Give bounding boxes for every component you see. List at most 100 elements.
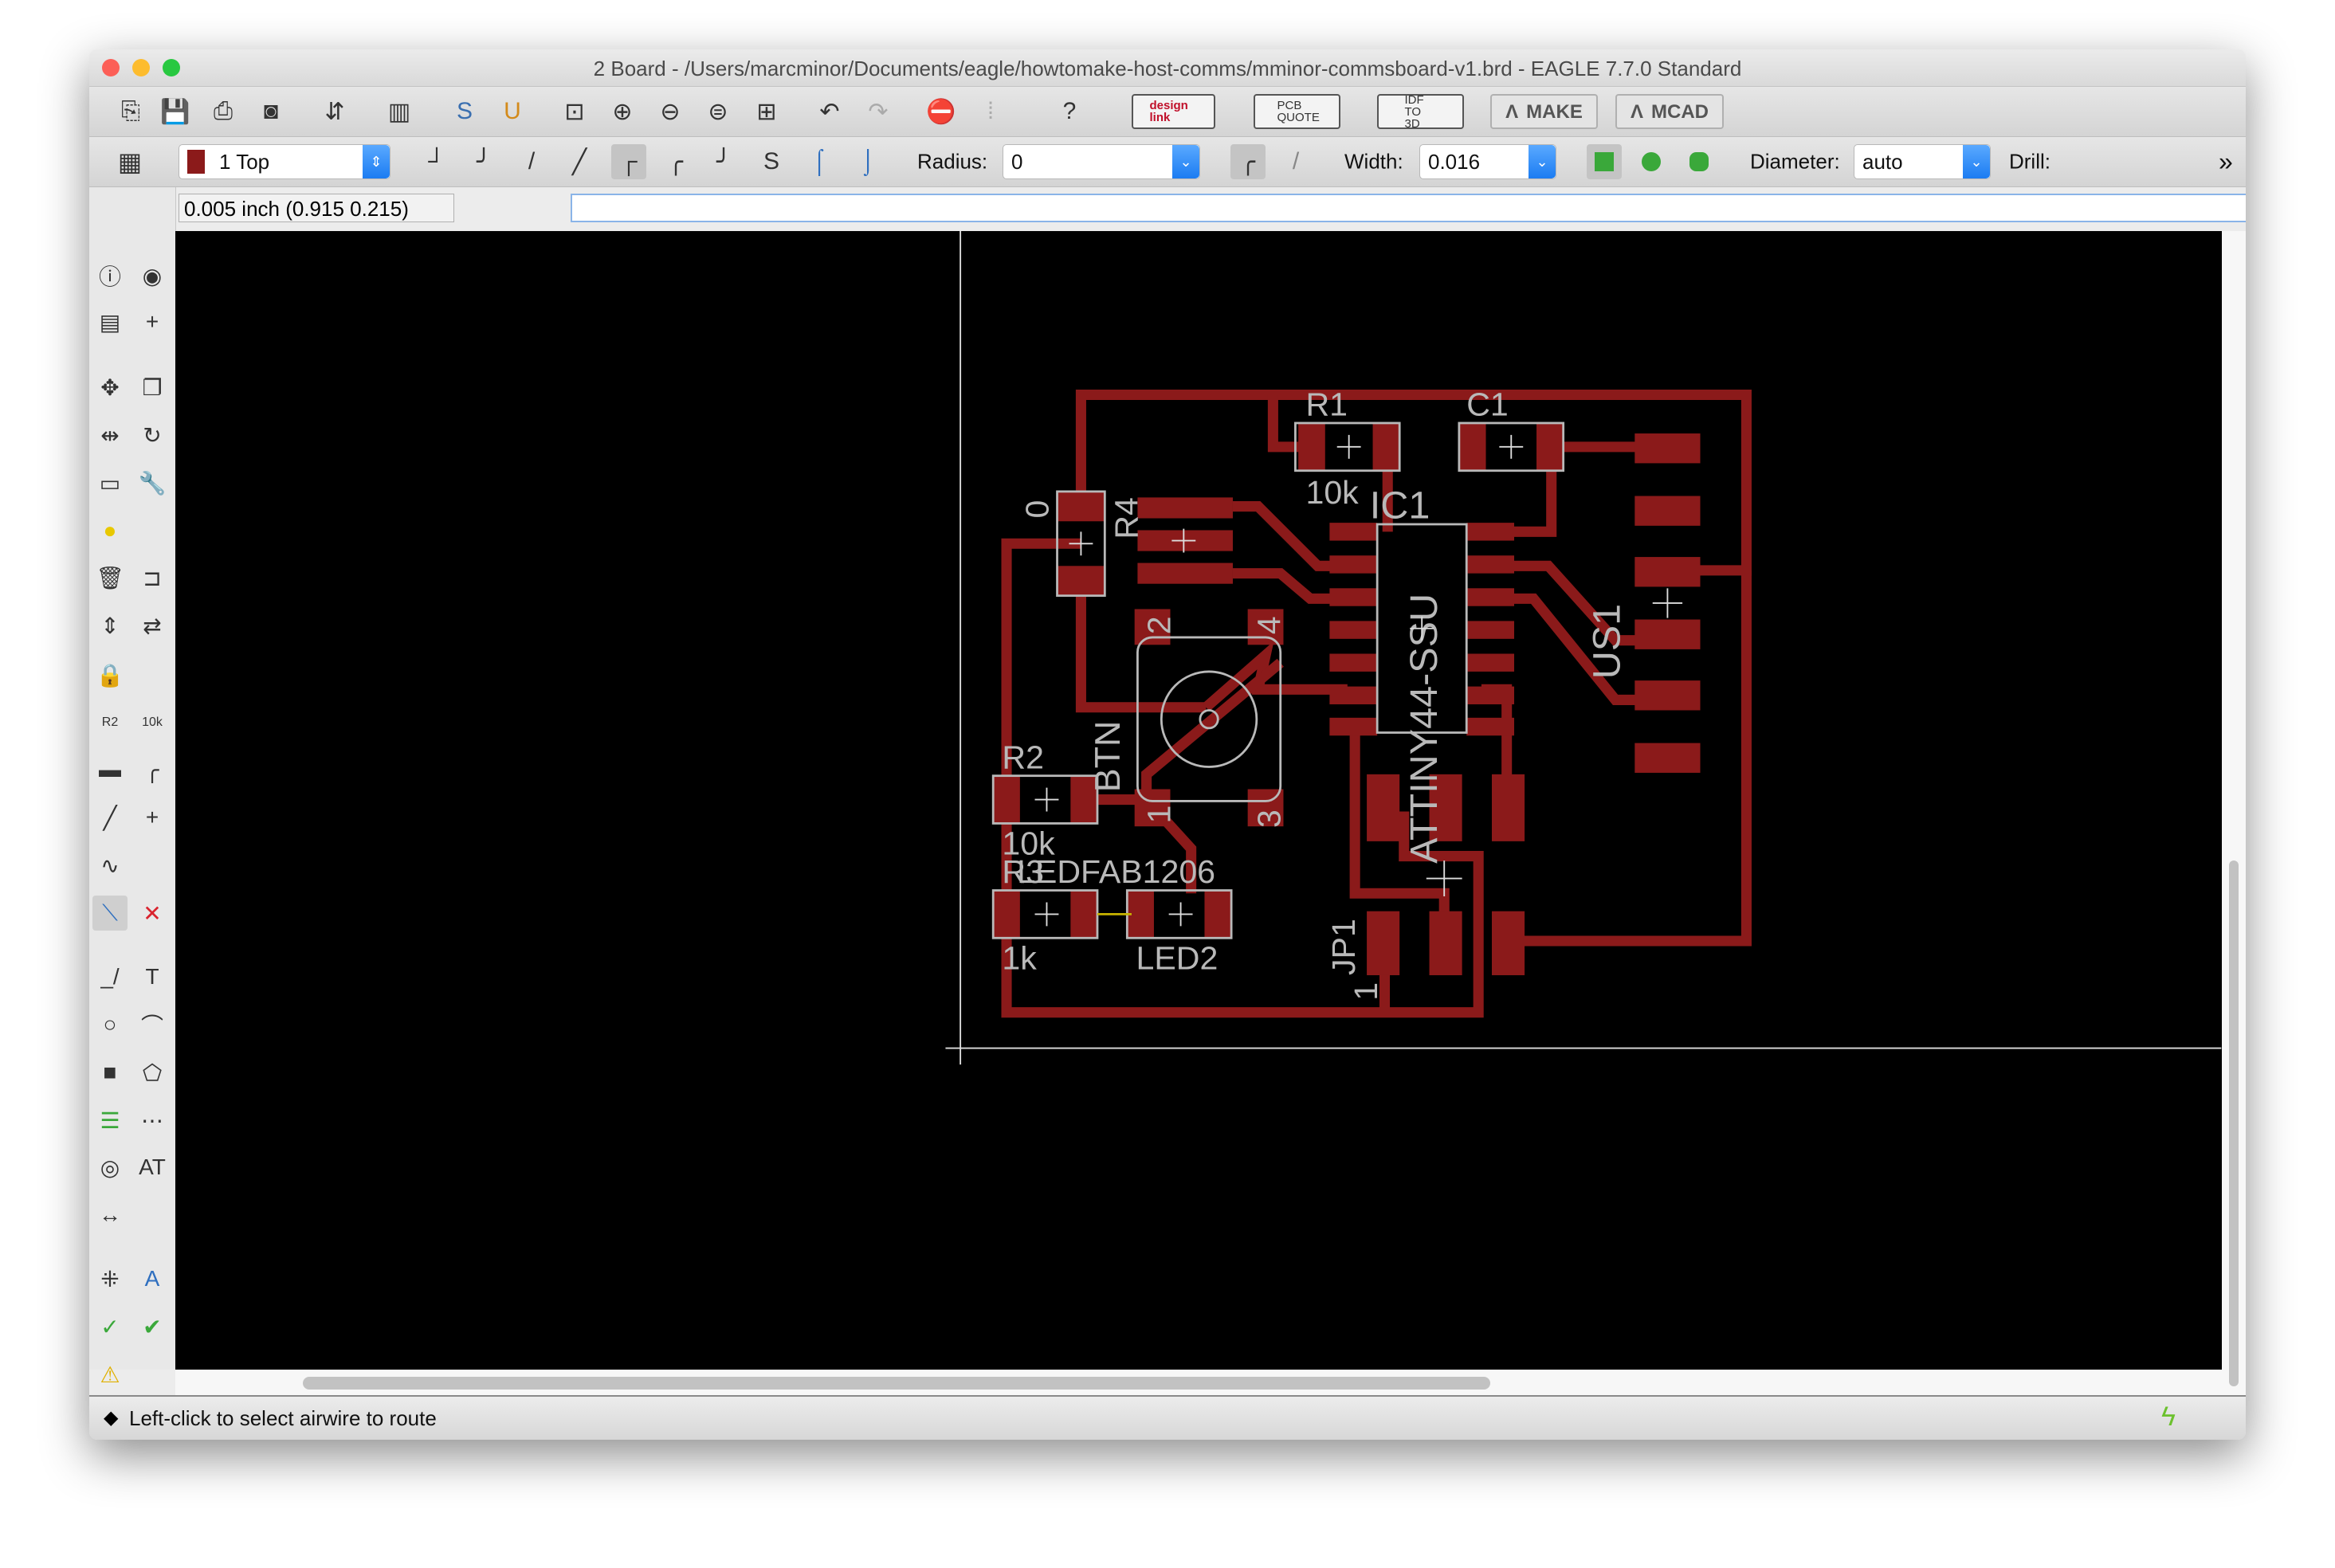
value-icon[interactable]: 10k bbox=[135, 705, 170, 740]
polygon-icon[interactable]: ⬠ bbox=[135, 1055, 170, 1090]
idf-to-3d-button[interactable]: IDF TO 3D bbox=[1377, 94, 1464, 130]
rotate-icon[interactable]: ↻ bbox=[135, 417, 170, 453]
bend-follow-me-icon[interactable]: ⌠ bbox=[802, 144, 837, 179]
wire-icon[interactable]: _/ bbox=[92, 959, 128, 994]
help-icon[interactable]: ? bbox=[1052, 94, 1087, 129]
zoom-select-icon[interactable]: ⊞ bbox=[749, 94, 784, 129]
ratsnest-icon[interactable]: ⁜ bbox=[92, 1261, 128, 1296]
via-square-icon[interactable] bbox=[1587, 144, 1622, 179]
bend-45-alt-icon[interactable]: ╱ bbox=[562, 144, 597, 179]
command-input[interactable]: ⌄ bbox=[571, 194, 2246, 222]
label-btn-pin4: 4 bbox=[1251, 616, 1288, 634]
width-select[interactable]: 0.016 ⌄ bbox=[1419, 144, 1556, 179]
vertical-scroll-thumb[interactable] bbox=[2229, 860, 2239, 1386]
board-canvas[interactable]: R1 10k C1 IC1 ATTINY44-SSU R4 0 BTN 2 4 … bbox=[175, 231, 2222, 1370]
make-button[interactable]: Λ MAKE bbox=[1490, 94, 1598, 129]
rect-icon[interactable]: ■ bbox=[92, 1055, 128, 1090]
text-icon[interactable]: T bbox=[135, 959, 170, 994]
add-icon[interactable]: ⊐ bbox=[135, 560, 170, 595]
script-icon[interactable]: S bbox=[447, 94, 482, 129]
drc-icon[interactable]: ✔ bbox=[135, 1309, 170, 1344]
hole-icon[interactable]: ◎ bbox=[92, 1150, 128, 1185]
replace-icon[interactable]: ⇄ bbox=[135, 608, 170, 643]
redo-icon[interactable]: ↷ bbox=[861, 94, 896, 129]
autorouter-icon[interactable]: A bbox=[135, 1261, 170, 1296]
delete-icon[interactable]: 🗑 bbox=[92, 560, 128, 595]
mcad-button[interactable]: Λ MCAD bbox=[1615, 94, 1724, 129]
zoom-fit-icon[interactable]: ⊡ bbox=[557, 94, 592, 129]
zoom-out-icon[interactable]: ⊖ bbox=[653, 94, 688, 129]
bend-straight-style-icon[interactable]: / bbox=[1278, 144, 1313, 179]
dimension-icon[interactable]: ↔ bbox=[92, 1198, 128, 1233]
c1-pad bbox=[1536, 422, 1564, 471]
copy-icon[interactable]: ❐ bbox=[135, 370, 170, 405]
ic1-pad bbox=[1466, 523, 1515, 541]
bend-spline-icon[interactable]: S bbox=[754, 144, 789, 179]
vertical-scrollbar[interactable] bbox=[2222, 231, 2246, 1395]
name-icon[interactable]: R2 bbox=[92, 705, 128, 740]
zoom-in-icon[interactable]: ⊕ bbox=[605, 94, 640, 129]
save-icon[interactable]: 💾 bbox=[158, 94, 193, 129]
via-octagon-icon[interactable] bbox=[1682, 144, 1717, 179]
ulp-icon[interactable]: U bbox=[495, 94, 530, 129]
r1-pad bbox=[1372, 422, 1400, 471]
ripup-icon[interactable]: ✕ bbox=[135, 896, 170, 931]
via-round-icon[interactable] bbox=[1634, 144, 1669, 179]
cam-processor-icon[interactable]: ◙ bbox=[253, 94, 288, 129]
circle-icon[interactable]: ○ bbox=[92, 1007, 128, 1042]
show-icon[interactable]: ◉ bbox=[135, 258, 170, 293]
horizontal-scroll-thumb[interactable] bbox=[303, 1377, 1490, 1390]
info-icon[interactable]: ⓘ bbox=[92, 258, 128, 293]
library-icon[interactable]: ▥ bbox=[382, 94, 417, 129]
horizontal-scrollbar[interactable] bbox=[175, 1370, 2222, 1395]
mark-icon[interactable]: + bbox=[135, 304, 170, 339]
change-icon[interactable]: 🔧 bbox=[135, 465, 170, 500]
group-icon[interactable]: ▭ bbox=[92, 465, 128, 500]
lock-icon[interactable]: 🔒 bbox=[92, 657, 128, 692]
layer-select[interactable]: 1 Top ⇕ bbox=[179, 144, 390, 179]
open-icon[interactable]: ⎘ bbox=[113, 94, 148, 129]
pinswap-icon[interactable]: ⇕ bbox=[92, 608, 128, 643]
stop-icon[interactable]: ⛔ bbox=[924, 94, 959, 129]
optimize-icon[interactable]: + bbox=[135, 800, 170, 835]
pcb-quote-button[interactable]: PCB QUOTE bbox=[1254, 94, 1340, 129]
bend-round-icon[interactable]: ╭ bbox=[1230, 144, 1266, 179]
chevron-down-icon: ⌄ bbox=[1172, 145, 1199, 178]
arc-icon[interactable]: ⌒ bbox=[135, 1007, 170, 1042]
diameter-select[interactable]: auto ⌄ bbox=[1854, 144, 1991, 179]
bend-45-icon[interactable]: ╯ bbox=[466, 144, 501, 179]
go-icon[interactable]: ⁞ bbox=[973, 94, 1008, 129]
signal-icon[interactable]: ⋯ bbox=[135, 1103, 170, 1138]
undo-icon[interactable]: ↶ bbox=[812, 94, 847, 129]
radius-select[interactable]: 0 ⌄ bbox=[1003, 144, 1200, 179]
miter-icon[interactable]: ╭ bbox=[135, 752, 170, 787]
bend-follow-me-alt-icon[interactable]: ⌡ bbox=[850, 144, 885, 179]
bend-arc-icon[interactable]: ╭ bbox=[658, 144, 693, 179]
ic1-pad bbox=[1329, 653, 1378, 672]
board-schematic-switch-icon[interactable]: ⇵ bbox=[317, 94, 352, 129]
smash-icon[interactable]: ▬ bbox=[92, 752, 128, 787]
paste-icon[interactable]: ● bbox=[92, 513, 128, 548]
grid-icon[interactable]: ▦ bbox=[112, 144, 147, 179]
design-link-button[interactable]: design link bbox=[1132, 94, 1215, 129]
route-icon[interactable]: ⟍ bbox=[92, 896, 128, 931]
bend-straight-icon[interactable]: / bbox=[514, 144, 549, 179]
more-options-button[interactable]: » bbox=[2219, 147, 2233, 177]
bend-arc-alt-icon[interactable]: ╯ bbox=[706, 144, 741, 179]
via-icon[interactable]: ☰ bbox=[92, 1103, 128, 1138]
attribute-icon[interactable]: AT bbox=[135, 1150, 170, 1185]
mirror-icon[interactable]: ⇹ bbox=[92, 417, 128, 453]
command-row: 0.005 inch (0.915 0.215) ⌄ bbox=[175, 187, 2246, 231]
move-icon[interactable]: ✥ bbox=[92, 370, 128, 405]
erc-icon[interactable]: ✓ bbox=[92, 1309, 128, 1344]
bend-90-alt-icon[interactable]: ┌ bbox=[611, 144, 646, 179]
display-layers-icon[interactable]: ▤ bbox=[92, 304, 128, 339]
trace bbox=[1141, 658, 1284, 800]
meander-icon[interactable]: ∿ bbox=[92, 848, 128, 883]
bend-90-icon[interactable]: ┘ bbox=[419, 144, 454, 179]
split-icon[interactable]: ╱ bbox=[92, 800, 128, 835]
label-ic1-value: ATTINY44-SSU bbox=[1403, 594, 1446, 864]
print-icon[interactable]: ⎙ bbox=[206, 94, 241, 129]
zoom-redraw-icon[interactable]: ⊜ bbox=[700, 94, 736, 129]
errors-icon[interactable]: ⚠ bbox=[92, 1357, 128, 1392]
